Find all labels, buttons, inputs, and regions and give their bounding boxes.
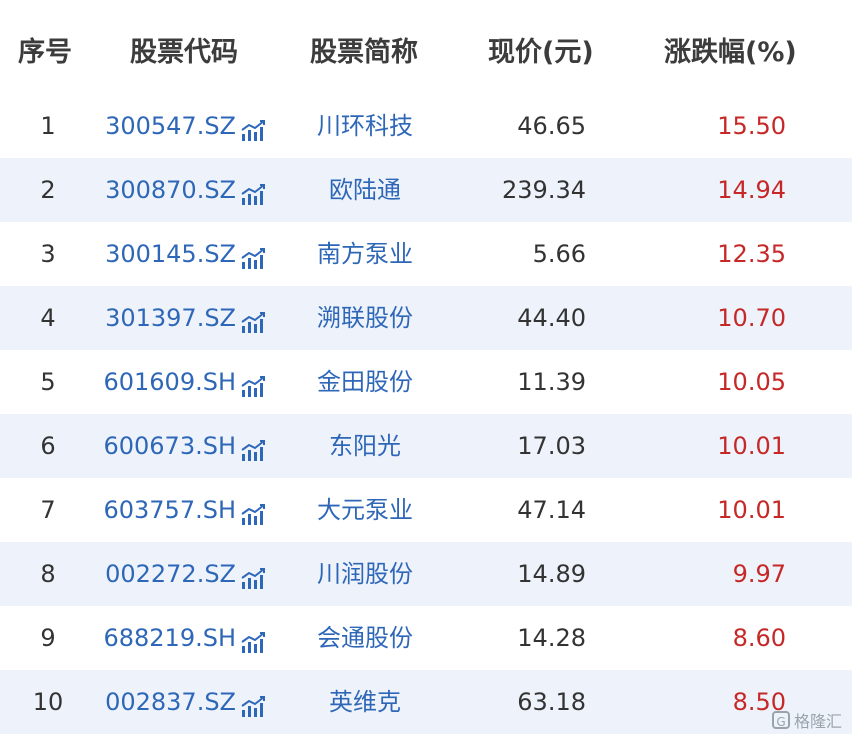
table-row: 2 300870.SZ 欧陆通 239.34 14.94 [0, 158, 852, 222]
stock-name-link[interactable]: 川润股份 [290, 556, 440, 592]
table-row: 7 603757.SH 大元泵业 47.14 10.01 [0, 478, 852, 542]
stock-change: 10.05 [717, 368, 786, 396]
stock-price: 14.89 [517, 560, 586, 588]
row-index: 6 [40, 432, 56, 460]
stock-change: 10.01 [717, 432, 786, 460]
trend-chart-icon[interactable] [240, 692, 268, 717]
row-index: 9 [40, 624, 56, 652]
stock-price: 44.40 [517, 304, 586, 332]
header-code: 股票代码 [130, 37, 238, 68]
stock-price: 5.66 [532, 240, 586, 268]
stock-code-link[interactable]: 688219.SH [100, 620, 236, 656]
stock-name-link[interactable]: 会通股份 [290, 620, 440, 656]
trend-chart-icon[interactable] [240, 244, 268, 269]
stock-price: 63.18 [517, 688, 586, 716]
table-row: 6 600673.SH 东阳光 17.03 10.01 [0, 414, 852, 478]
stock-price: 14.28 [517, 624, 586, 652]
table-row: 10 002837.SZ 英维克 63.18 8.50 [0, 670, 852, 734]
stock-code-link[interactable]: 002272.SZ [100, 556, 236, 592]
trend-chart-icon[interactable] [240, 180, 268, 205]
stock-code-link[interactable]: 300145.SZ [100, 236, 236, 272]
row-index: 3 [40, 240, 56, 268]
stock-change: 15.50 [717, 112, 786, 140]
table-body: 1 300547.SZ 川环科技 46.65 15.50 2 300870.SZ 欧陆通 239… [0, 94, 852, 734]
header-price: 现价(元) [488, 37, 594, 68]
stock-code-link[interactable]: 301397.SZ [100, 300, 236, 336]
stock-name-link[interactable]: 溯联股份 [290, 300, 440, 336]
stock-name-link[interactable]: 川环科技 [290, 108, 440, 144]
stock-change: 9.97 [732, 560, 786, 588]
trend-chart-icon[interactable] [240, 500, 268, 525]
trend-chart-icon[interactable] [240, 628, 268, 653]
stock-price: 46.65 [517, 112, 586, 140]
stock-change: 12.35 [717, 240, 786, 268]
table-row: 1 300547.SZ 川环科技 46.65 15.50 [0, 94, 852, 158]
stock-change: 14.94 [717, 176, 786, 204]
stock-name-link[interactable]: 英维克 [290, 684, 440, 720]
watermark-text: 格隆汇 [793, 712, 842, 731]
trend-chart-icon[interactable] [240, 372, 268, 397]
table-row: 4 301397.SZ 溯联股份 44.40 10.70 [0, 286, 852, 350]
trend-chart-icon[interactable] [240, 436, 268, 461]
table-row: 8 002272.SZ 川润股份 14.89 9.97 [0, 542, 852, 606]
table-header: 序号 股票代码 股票简称 现价(元) 涨跌幅(%) [0, 0, 852, 94]
stock-price: 47.14 [517, 496, 586, 524]
row-index: 8 [40, 560, 56, 588]
header-name: 股票简称 [310, 37, 418, 68]
row-index: 2 [40, 176, 56, 204]
table-row: 5 601609.SH 金田股份 11.39 10.05 [0, 350, 852, 414]
stock-name-link[interactable]: 金田股份 [290, 364, 440, 400]
row-index: 4 [40, 304, 56, 332]
row-index: 7 [40, 496, 56, 524]
stock-code-link[interactable]: 603757.SH [100, 492, 236, 528]
header-index: 序号 [18, 37, 72, 68]
trend-chart-icon[interactable] [240, 564, 268, 589]
stock-code-link[interactable]: 300547.SZ [100, 108, 236, 144]
stock-name-link[interactable]: 南方泵业 [290, 236, 440, 272]
stock-code-link[interactable]: 002837.SZ [100, 684, 236, 720]
stock-price: 17.03 [517, 432, 586, 460]
stock-code-link[interactable]: 600673.SH [100, 428, 236, 464]
row-index: 1 [40, 112, 56, 140]
stock-code-link[interactable]: 601609.SH [100, 364, 236, 400]
watermark-logo: G [771, 711, 790, 729]
stock-code-link[interactable]: 300870.SZ [100, 172, 236, 208]
stock-change: 8.60 [732, 624, 786, 652]
row-index: 10 [32, 688, 64, 716]
stock-change: 10.70 [717, 304, 786, 332]
stock-price: 11.39 [517, 368, 586, 396]
header-change: 涨跌幅(%) [664, 37, 797, 68]
stock-change: 8.50 [732, 688, 786, 716]
stock-name-link[interactable]: 东阳光 [290, 428, 440, 464]
watermark: G 格隆汇 [771, 708, 842, 732]
stock-table: 序号 股票代码 股票简称 现价(元) 涨跌幅(%) 1 300547.SZ 川环科技… [0, 0, 852, 738]
table-row: 3 300145.SZ 南方泵业 5.66 12.35 [0, 222, 852, 286]
row-index: 5 [40, 368, 56, 396]
stock-change: 10.01 [717, 496, 786, 524]
stock-name-link[interactable]: 大元泵业 [290, 492, 440, 528]
trend-chart-icon[interactable] [240, 308, 268, 333]
trend-chart-icon[interactable] [240, 116, 268, 141]
stock-price: 239.34 [502, 176, 586, 204]
stock-name-link[interactable]: 欧陆通 [290, 172, 440, 208]
table-row: 9 688219.SH 会通股份 14.28 8.60 [0, 606, 852, 670]
